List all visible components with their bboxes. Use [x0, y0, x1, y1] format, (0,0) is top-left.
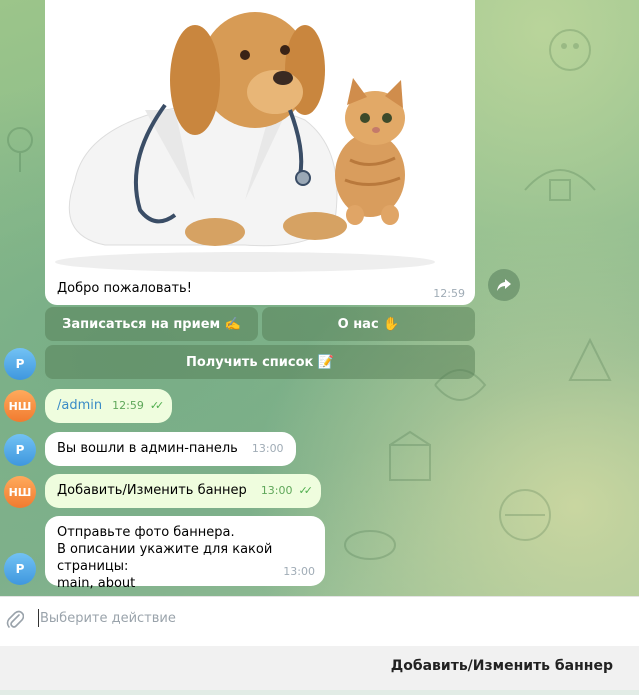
- message-text: Вы вошли в админ-панель: [57, 441, 238, 456]
- message-time: 12:59: [112, 399, 144, 412]
- photo-illustration: [55, 12, 435, 272]
- doodle-icon: [499, 489, 551, 541]
- paperclip-icon[interactable]: [6, 609, 24, 631]
- text-caret: [38, 609, 39, 627]
- dog-and-cat-photo[interactable]: [45, 0, 475, 273]
- message-text-line: В описании укажите для какой страницы:: [57, 542, 273, 574]
- message-time: 13:00: [283, 565, 315, 578]
- message-time: 12:59: [433, 287, 465, 300]
- photo-message[interactable]: Добро пожаловать! 12:59: [45, 0, 475, 305]
- share-icon: [497, 279, 511, 291]
- bot-avatar[interactable]: Р: [4, 434, 36, 466]
- double-check-icon: ✓✓: [298, 484, 314, 497]
- message-time: 13:00: [251, 442, 284, 455]
- about-us-button[interactable]: О нас ✋: [262, 307, 475, 341]
- incoming-message[interactable]: Отправьте фото баннера. В описании укажи…: [45, 516, 325, 591]
- double-check-icon: ✓✓: [149, 399, 165, 412]
- doodle-icon: [568, 337, 612, 381]
- outgoing-message[interactable]: /admin 12:59 ✓✓: [45, 389, 173, 423]
- message-text-line: Отправьте фото баннера.: [57, 525, 235, 540]
- outgoing-message[interactable]: Добавить/Изменить баннер 13:00 ✓✓: [45, 474, 321, 508]
- bot-avatar[interactable]: Р: [4, 348, 36, 380]
- doodle-icon: [7, 127, 33, 172]
- user-avatar[interactable]: НШ: [4, 390, 36, 422]
- doodle-icon: [344, 530, 396, 560]
- book-appointment-button[interactable]: Записаться на прием ✍️: [45, 307, 258, 341]
- doodle-icon: [389, 430, 431, 481]
- bottom-strip: [0, 690, 639, 695]
- user-avatar[interactable]: НШ: [4, 476, 36, 508]
- photo-caption: Добро пожаловать!: [57, 281, 192, 296]
- doodle-icon: [549, 29, 591, 71]
- message-time: 13:00: [260, 484, 293, 497]
- message-text: Добавить/Изменить баннер: [57, 483, 247, 498]
- incoming-message[interactable]: Вы вошли в админ-панель 13:00: [45, 432, 296, 466]
- message-text-line: main, about: [57, 576, 136, 591]
- add-edit-banner-button[interactable]: Добавить/Изменить баннер: [391, 658, 613, 674]
- bot-avatar[interactable]: Р: [4, 553, 36, 585]
- doodle-icon: [524, 169, 596, 201]
- get-list-button[interactable]: Получить список 📝: [45, 345, 475, 379]
- message-input[interactable]: Выберите действие: [40, 611, 176, 626]
- share-button[interactable]: [488, 269, 520, 301]
- admin-command-link[interactable]: /admin: [57, 398, 102, 413]
- message-input-bar: Выберите действие: [0, 596, 639, 644]
- reply-keyboard: Добавить/Изменить баннер: [0, 646, 639, 690]
